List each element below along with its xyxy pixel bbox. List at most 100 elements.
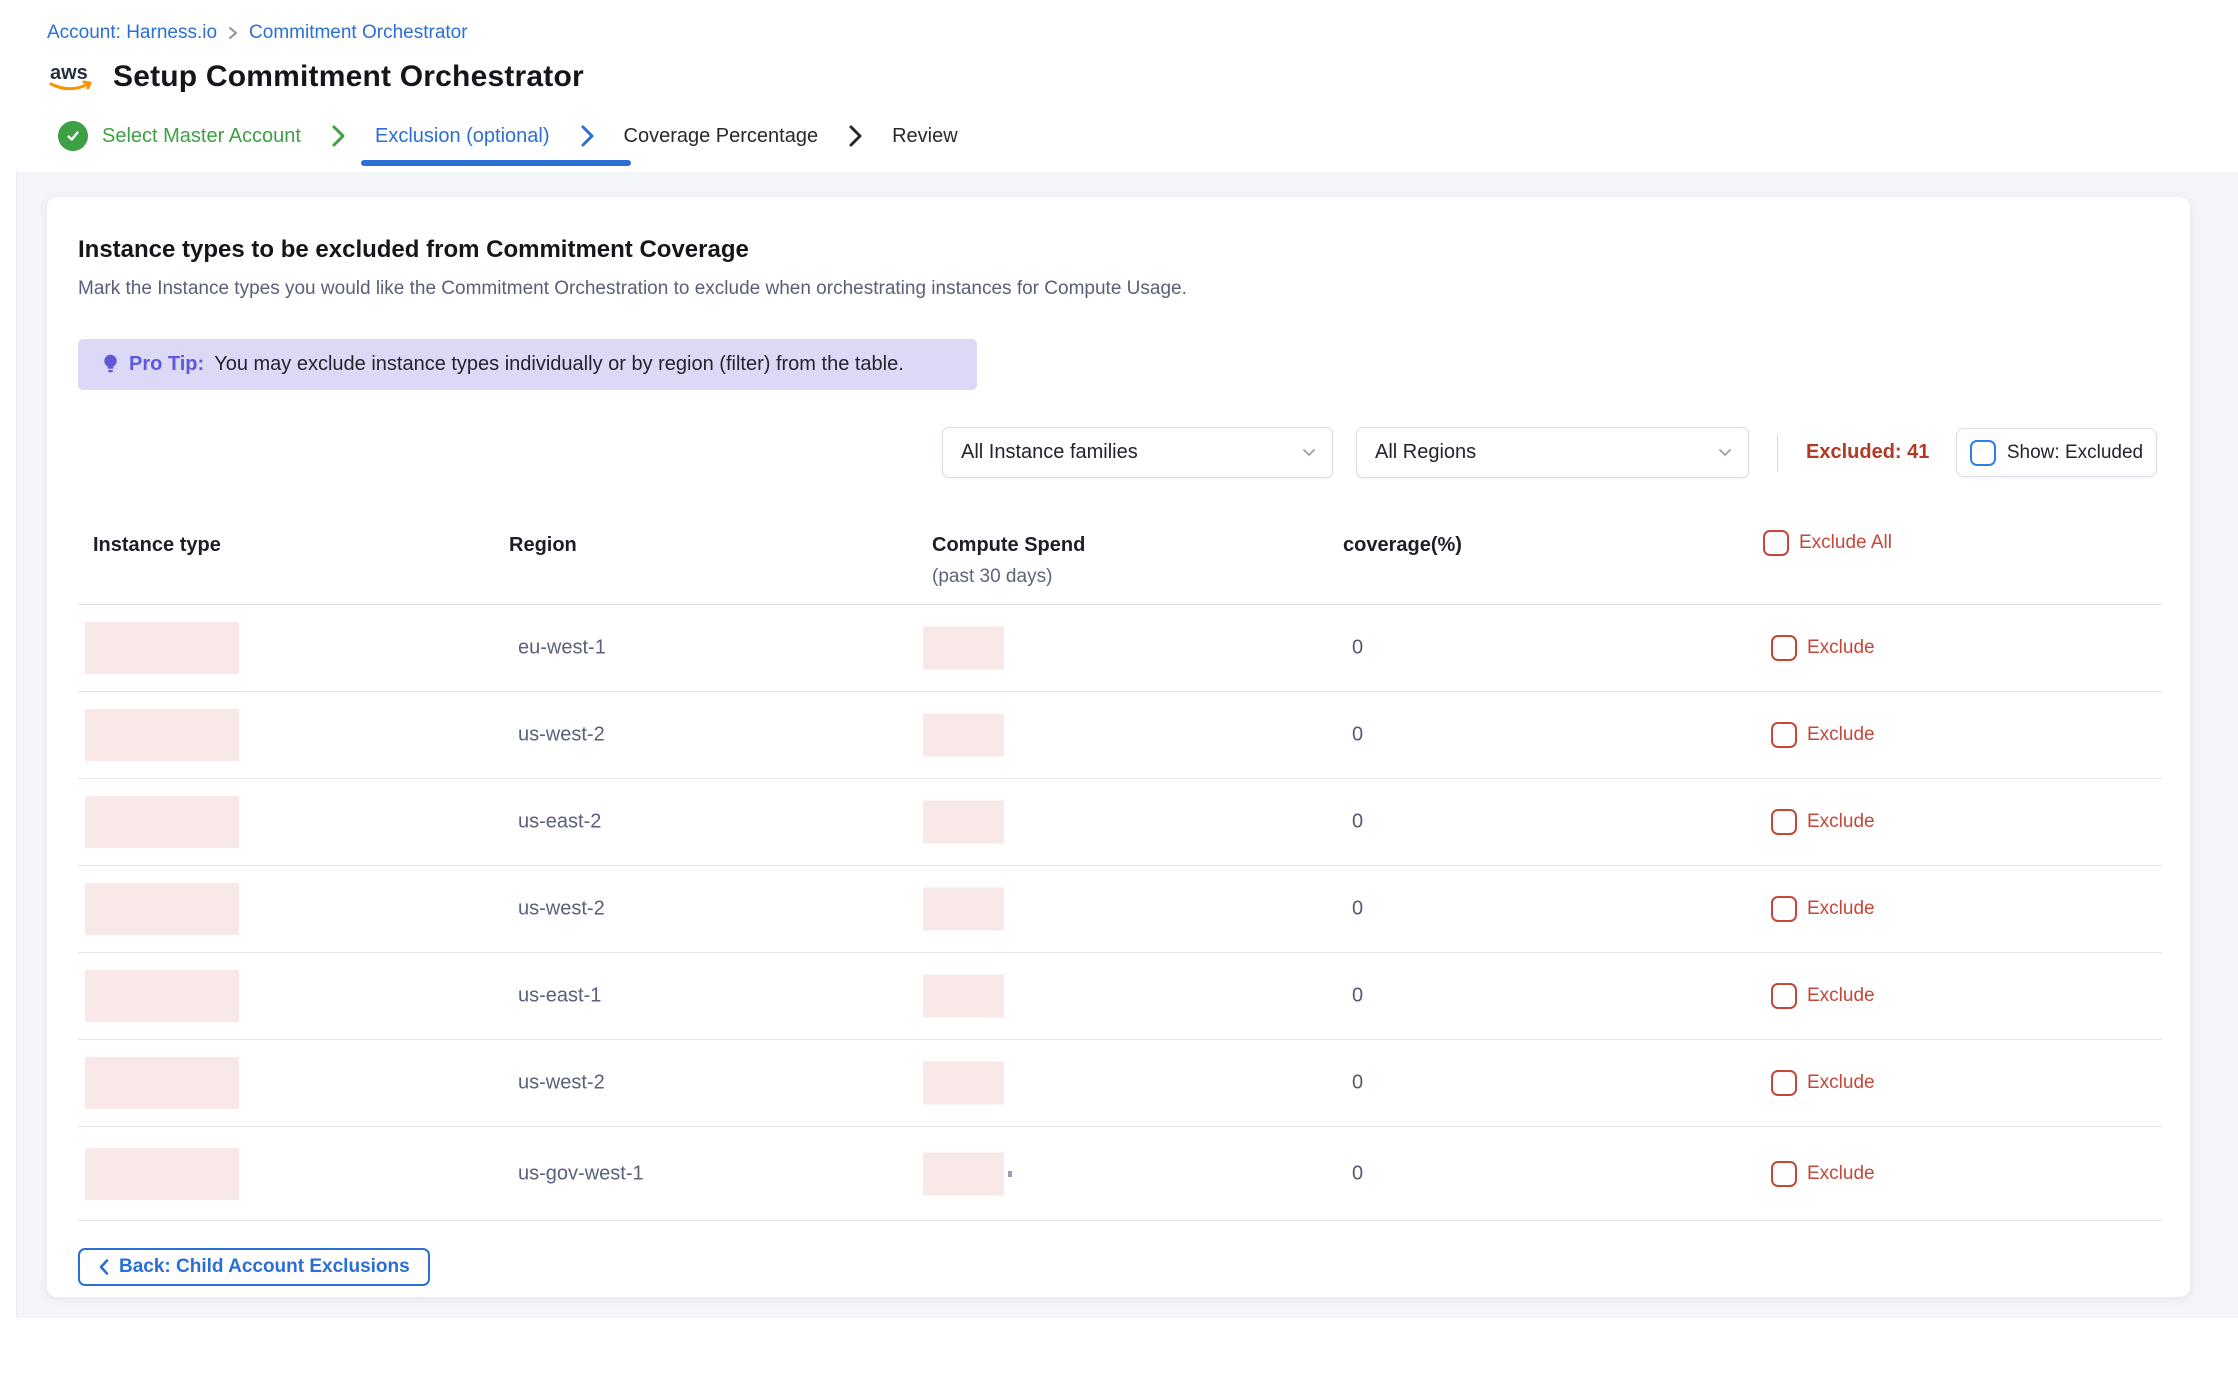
exclude-control[interactable]: Exclude bbox=[1771, 983, 1875, 1009]
panel-subtitle: Mark the Instance types you would like t… bbox=[78, 278, 1187, 300]
region-cell: eu-west-1 bbox=[518, 637, 606, 660]
content-area: Instance types to be excluded from Commi… bbox=[0, 172, 2238, 1318]
column-header-instance-type: Instance type bbox=[93, 534, 221, 557]
show-excluded-label: Show: Excluded bbox=[2007, 442, 2143, 464]
step-chevron-icon bbox=[578, 123, 596, 149]
page-header: Account: Harness.io Commitment Orchestra… bbox=[0, 0, 2238, 100]
exclude-all-label: Exclude All bbox=[1799, 532, 1892, 554]
step-chevron-icon bbox=[329, 123, 347, 149]
page-title: Setup Commitment Orchestrator bbox=[113, 60, 584, 94]
compute-spend-redacted bbox=[923, 627, 1004, 670]
breadcrumb-account-link[interactable]: Account: Harness.io bbox=[47, 22, 217, 44]
exclude-checkbox[interactable] bbox=[1771, 1070, 1797, 1096]
coverage-cell: 0 bbox=[1352, 1072, 1363, 1095]
breadcrumb-page-link[interactable]: Commitment Orchestrator bbox=[249, 22, 468, 44]
step-select-master-account[interactable]: Select Master Account bbox=[58, 100, 301, 172]
regions-dropdown[interactable]: All Regions bbox=[1356, 427, 1749, 478]
panel-title: Instance types to be excluded from Commi… bbox=[78, 236, 749, 264]
coverage-cell: 0 bbox=[1352, 811, 1363, 834]
show-excluded-toggle[interactable]: Show: Excluded bbox=[1956, 428, 2157, 477]
column-header-coverage: coverage(%) bbox=[1343, 534, 1462, 557]
step-review[interactable]: Review bbox=[892, 100, 958, 172]
step-label: Coverage Percentage bbox=[624, 125, 819, 148]
chevron-down-icon bbox=[1302, 448, 1316, 457]
breadcrumb: Account: Harness.io Commitment Orchestra… bbox=[47, 22, 2238, 44]
region-cell: us-east-1 bbox=[518, 985, 601, 1008]
compute-spend-redacted bbox=[923, 975, 1004, 1018]
page: Account: Harness.io Commitment Orchestra… bbox=[0, 0, 2238, 1374]
exclusion-panel: Instance types to be excluded from Commi… bbox=[47, 197, 2190, 1297]
exclude-label: Exclude bbox=[1807, 1163, 1875, 1185]
pro-tip-banner: Pro Tip: You may exclude instance types … bbox=[78, 339, 977, 390]
instance-type-redacted bbox=[85, 796, 239, 848]
step-label: Exclusion (optional) bbox=[375, 125, 550, 148]
back-button[interactable]: Back: Child Account Exclusions bbox=[78, 1248, 430, 1286]
exclude-control[interactable]: Exclude bbox=[1771, 1070, 1875, 1096]
exclude-checkbox[interactable] bbox=[1771, 1161, 1797, 1187]
table-row: eu-west-1 0 Exclude bbox=[78, 605, 2162, 692]
exclude-checkbox[interactable] bbox=[1771, 983, 1797, 1009]
pro-tip-text: You may exclude instance types individua… bbox=[214, 353, 904, 376]
exclude-control[interactable]: Exclude bbox=[1771, 635, 1875, 661]
step-coverage-percentage[interactable]: Coverage Percentage bbox=[624, 100, 819, 172]
table-row: us-west-2 0 Exclude bbox=[78, 1040, 2162, 1127]
exclude-label: Exclude bbox=[1807, 898, 1875, 920]
compute-spend-redacted bbox=[923, 714, 1004, 757]
instance-families-value: All Instance families bbox=[961, 441, 1138, 464]
aws-logo-icon: aws bbox=[47, 60, 97, 94]
regions-value: All Regions bbox=[1375, 441, 1476, 464]
show-excluded-checkbox[interactable] bbox=[1970, 440, 1996, 466]
exclude-control[interactable]: Exclude bbox=[1771, 1161, 1875, 1187]
region-cell: us-west-2 bbox=[518, 724, 605, 747]
exclude-all-control[interactable]: Exclude All bbox=[1763, 530, 1892, 556]
back-button-label: Back: Child Account Exclusions bbox=[119, 1256, 410, 1278]
lightbulb-icon bbox=[102, 353, 119, 377]
svg-text:aws: aws bbox=[50, 62, 88, 84]
region-cell: us-west-2 bbox=[518, 898, 605, 921]
exclude-label: Exclude bbox=[1807, 724, 1875, 746]
compute-spend-redacted bbox=[923, 801, 1004, 844]
exclude-control[interactable]: Exclude bbox=[1771, 896, 1875, 922]
exclude-checkbox[interactable] bbox=[1771, 809, 1797, 835]
instance-type-redacted bbox=[85, 970, 239, 1022]
instance-type-redacted bbox=[85, 709, 239, 761]
compute-spend-redacted bbox=[923, 888, 1004, 931]
coverage-cell: 0 bbox=[1352, 1162, 1363, 1185]
coverage-cell: 0 bbox=[1352, 637, 1363, 660]
region-cell: us-east-2 bbox=[518, 811, 601, 834]
exclude-checkbox[interactable] bbox=[1771, 635, 1797, 661]
chevron-left-icon bbox=[98, 1258, 110, 1276]
pro-tip-label: Pro Tip: bbox=[129, 353, 204, 376]
exclude-control[interactable]: Exclude bbox=[1771, 722, 1875, 748]
table-row: us-west-2 0 Exclude bbox=[78, 692, 2162, 779]
exclude-label: Exclude bbox=[1807, 637, 1875, 659]
instance-table: eu-west-1 0 Exclude us-west-2 0 Exclude … bbox=[78, 604, 2162, 1221]
exclude-checkbox[interactable] bbox=[1771, 896, 1797, 922]
exclude-checkbox[interactable] bbox=[1771, 722, 1797, 748]
table-row: us-east-1 0 Exclude bbox=[78, 953, 2162, 1040]
exclude-all-checkbox[interactable] bbox=[1763, 530, 1789, 556]
coverage-cell: 0 bbox=[1352, 898, 1363, 921]
compute-spend-redacted bbox=[923, 1152, 1004, 1195]
region-cell: us-west-2 bbox=[518, 1072, 605, 1095]
exclude-label: Exclude bbox=[1807, 1072, 1875, 1094]
region-cell: us-gov-west-1 bbox=[518, 1162, 644, 1185]
step-exclusion[interactable]: Exclusion (optional) bbox=[375, 100, 550, 172]
compute-spend-redacted bbox=[923, 1062, 1004, 1105]
collapsed-sidebar-rail bbox=[0, 172, 17, 1318]
instance-families-dropdown[interactable]: All Instance families bbox=[942, 427, 1333, 478]
exclude-label: Exclude bbox=[1807, 811, 1875, 833]
exclude-control[interactable]: Exclude bbox=[1771, 809, 1875, 835]
table-row: us-east-2 0 Exclude bbox=[78, 779, 2162, 866]
table-row: us-gov-west-1 0 Exclude bbox=[78, 1127, 2162, 1221]
step-complete-check-icon bbox=[58, 121, 88, 151]
chevron-down-icon bbox=[1718, 448, 1732, 457]
column-header-compute-spend-sub: (past 30 days) bbox=[932, 566, 1052, 588]
step-label: Select Master Account bbox=[102, 125, 301, 148]
coverage-cell: 0 bbox=[1352, 985, 1363, 1008]
filter-divider bbox=[1777, 434, 1778, 472]
instance-type-redacted bbox=[85, 1057, 239, 1109]
table-row: us-west-2 0 Exclude bbox=[78, 866, 2162, 953]
step-label: Review bbox=[892, 125, 958, 148]
step-chevron-icon bbox=[846, 123, 864, 149]
